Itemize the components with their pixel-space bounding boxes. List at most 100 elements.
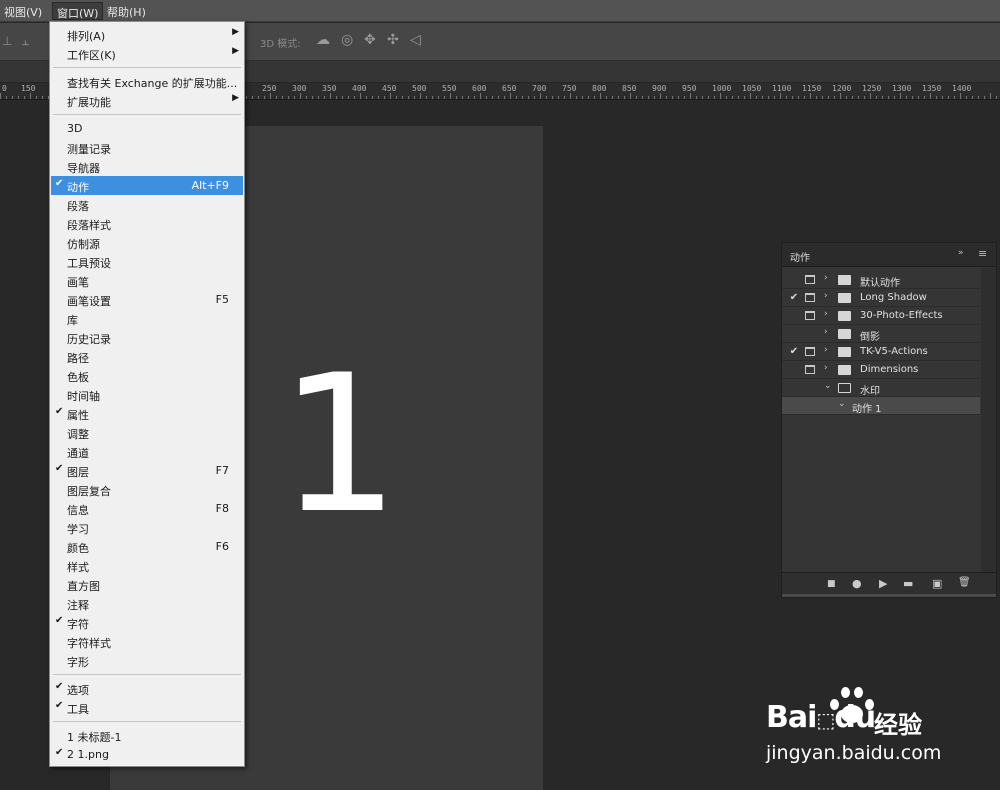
action-set-row[interactable]: › 倒影 xyxy=(782,325,980,343)
menu-item-label: 图层复合 xyxy=(67,485,111,498)
ruler-tick xyxy=(552,96,553,99)
stop-icon[interactable]: ■ xyxy=(827,579,836,589)
chevron-right-icon[interactable]: › xyxy=(824,327,828,337)
actions-panel-title[interactable]: 动作 xyxy=(790,249,810,264)
pan-3d-icon[interactable]: ✥ xyxy=(364,32,376,48)
chevron-right-icon[interactable]: › xyxy=(824,309,828,319)
collapse-icon[interactable]: » xyxy=(958,248,964,258)
action-set-row[interactable]: ✔ › TK-V5-Actions xyxy=(782,343,980,361)
menu-item[interactable]: 路径 xyxy=(51,347,243,366)
ruler-tick xyxy=(984,96,985,99)
roll-3d-icon[interactable]: ◎ xyxy=(341,32,353,48)
toggle-item-checkbox[interactable] xyxy=(788,382,800,394)
align-bottom-icon[interactable]: ⫠ xyxy=(22,34,29,49)
menu-item[interactable]: 注释 xyxy=(51,594,243,613)
toggle-item-checkbox[interactable]: ✔ xyxy=(788,346,800,358)
action-set-row[interactable]: ✔ › Long Shadow xyxy=(782,289,980,307)
new-action-icon[interactable]: ▣ xyxy=(932,577,942,590)
menu-item[interactable]: 信息 F8 xyxy=(51,499,243,518)
menu-item[interactable]: 字符样式 xyxy=(51,632,243,651)
orbit-3d-icon[interactable]: ☁ xyxy=(316,32,330,48)
slide-3d-icon[interactable]: ✣ xyxy=(387,32,399,48)
chevron-right-icon[interactable]: › xyxy=(824,291,828,301)
dialog-toggle-icon[interactable] xyxy=(805,383,815,392)
menu-item[interactable]: 测量记录 xyxy=(51,138,243,157)
action-set-row[interactable]: › Dimensions xyxy=(782,361,980,379)
actions-scrollbar[interactable] xyxy=(981,268,996,572)
menu-item[interactable]: 学习 xyxy=(51,518,243,537)
menu-item[interactable]: 样式 xyxy=(51,556,243,575)
action-set-row[interactable]: › 30-Photo-Effects xyxy=(782,307,980,325)
action-set-row[interactable]: › 默认动作 xyxy=(782,271,980,289)
chevron-right-icon[interactable]: › xyxy=(824,363,828,373)
menu-item[interactable]: 工作区(K) ▶ xyxy=(51,44,243,63)
menu-item[interactable]: ✔ 动作 Alt+F9 xyxy=(51,176,243,195)
dialog-toggle-icon[interactable] xyxy=(805,365,815,374)
menu-item[interactable]: 3D xyxy=(51,119,243,138)
menu-item[interactable]: ✔ 选项 xyxy=(51,679,243,698)
menu-item[interactable]: 1 未标题-1 xyxy=(51,726,243,745)
menu-item[interactable]: 直方图 xyxy=(51,575,243,594)
menu-item[interactable]: 扩展功能 ▶ xyxy=(51,91,243,110)
menu-item[interactable]: 仿制源 xyxy=(51,233,243,252)
menu-item[interactable]: 字形 xyxy=(51,651,243,670)
panel-menu-icon[interactable]: ≡ xyxy=(978,247,987,260)
ruler-label: 300 xyxy=(292,84,307,93)
ruler-tick xyxy=(252,96,253,99)
menu-item[interactable]: 通道 xyxy=(51,442,243,461)
dialog-toggle-icon[interactable] xyxy=(805,293,815,302)
dialog-toggle-icon[interactable] xyxy=(805,347,815,356)
toggle-item-checkbox[interactable] xyxy=(788,274,800,286)
menu-view[interactable]: 视图(V) xyxy=(4,4,42,20)
play-icon[interactable]: ▶ xyxy=(879,577,887,590)
menu-window[interactable]: 窗口(W) xyxy=(52,2,104,20)
window-menu-dropdown: 排列(A) ▶ 工作区(K) ▶ 查找有关 Exchange 的扩展功能... 扩展功能 ▶… xyxy=(49,21,245,767)
chevron-right-icon[interactable]: › xyxy=(824,345,828,355)
toggle-item-checkbox[interactable]: ✔ xyxy=(788,292,800,304)
dialog-toggle-icon[interactable] xyxy=(805,311,815,320)
chevron-right-icon[interactable]: › xyxy=(824,273,828,283)
ruler-tick xyxy=(420,93,421,99)
dialog-toggle-icon[interactable] xyxy=(805,275,815,284)
menu-item[interactable]: 段落 xyxy=(51,195,243,214)
menu-item[interactable]: 调整 xyxy=(51,423,243,442)
chevron-down-icon[interactable]: ⌄ xyxy=(838,399,846,409)
toggle-item-checkbox[interactable] xyxy=(788,364,800,376)
menu-item[interactable]: ✔ 工具 xyxy=(51,698,243,717)
submenu-arrow-icon: ▶ xyxy=(232,46,239,56)
toggle-item-checkbox[interactable] xyxy=(788,328,800,340)
toggle-item-checkbox[interactable] xyxy=(788,310,800,322)
menu-item[interactable]: 导航器 xyxy=(51,157,243,176)
menu-item-label: 学习 xyxy=(67,523,89,536)
dialog-toggle-icon[interactable] xyxy=(805,401,815,410)
ruler-tick xyxy=(318,96,319,99)
menu-item[interactable]: 历史记录 xyxy=(51,328,243,347)
menu-item[interactable]: 排列(A) ▶ xyxy=(51,25,243,44)
menu-item[interactable]: 画笔 xyxy=(51,271,243,290)
chevron-down-icon[interactable]: ⌄ xyxy=(824,381,832,391)
menu-item[interactable]: 工具预设 xyxy=(51,252,243,271)
scale-3d-icon[interactable]: ◁ xyxy=(410,32,421,48)
record-icon[interactable]: ● xyxy=(852,577,862,590)
menu-item[interactable]: ✔ 2 1.png xyxy=(51,745,243,764)
action-row[interactable]: ⌄ 动作 1 xyxy=(782,397,980,415)
menu-item[interactable]: 时间轴 xyxy=(51,385,243,404)
menu-item[interactable]: ✔ 属性 xyxy=(51,404,243,423)
menu-item[interactable]: 段落样式 xyxy=(51,214,243,233)
ruler-tick xyxy=(426,96,427,99)
action-set-row[interactable]: ⌄ 水印 xyxy=(782,379,980,397)
menu-item[interactable]: 画笔设置 F5 xyxy=(51,290,243,309)
menu-help[interactable]: 帮助(H) xyxy=(107,4,146,20)
menu-item[interactable]: 库 xyxy=(51,309,243,328)
menu-item[interactable]: 色板 xyxy=(51,366,243,385)
align-icon[interactable]: ⊥ xyxy=(2,34,12,48)
menu-item[interactable]: 颜色 F6 xyxy=(51,537,243,556)
dialog-toggle-icon[interactable] xyxy=(805,329,815,338)
menu-item[interactable]: ✔ 字符 xyxy=(51,613,243,632)
toggle-item-checkbox[interactable] xyxy=(788,400,800,412)
menu-item[interactable]: ✔ 图层 F7 xyxy=(51,461,243,480)
menu-item[interactable]: 图层复合 xyxy=(51,480,243,499)
menu-item[interactable]: 查找有关 Exchange 的扩展功能... xyxy=(51,72,243,91)
delete-icon[interactable]: 🗑 xyxy=(958,577,971,588)
new-set-folder-icon[interactable]: ▬ xyxy=(903,577,913,590)
